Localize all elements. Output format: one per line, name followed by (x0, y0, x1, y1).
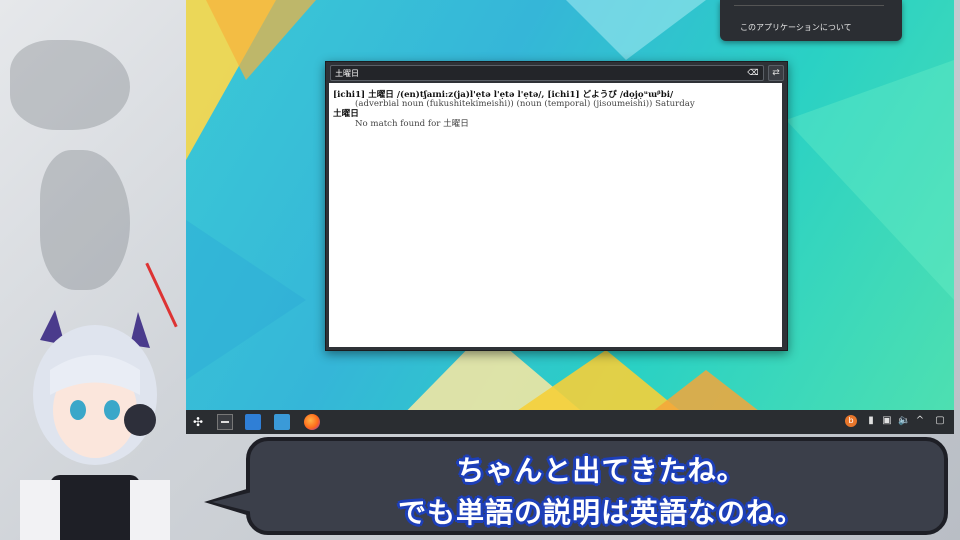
launcher-icon[interactable]: ✣ (190, 414, 206, 430)
folder-icon[interactable] (274, 414, 290, 430)
swap-direction-button[interactable]: ⇄ (768, 65, 784, 81)
clear-icon[interactable]: ⌫ (747, 68, 759, 77)
search-input[interactable] (331, 66, 745, 80)
files-icon[interactable] (245, 414, 261, 430)
show-desktop-icon[interactable]: ▢ (934, 415, 946, 427)
result-no-match: No match found for 土曜日 (355, 119, 469, 129)
context-menu: このアプリケーションについて (720, 0, 902, 41)
menu-item-cutoff[interactable] (734, 0, 884, 6)
subtitle-line-1: ちゃんと出てきたね。 (456, 454, 746, 487)
result-pane: [ichi1] 土曜日 /(en)tʃaɪni:z(ja)l'ẹtə l'ẹtə… (329, 83, 782, 347)
subtitle-bubble: ちゃんと出てきたね。 でも単語の説明は英語なのね。 (246, 437, 948, 535)
subtitle-line-2: でも単語の説明は英語なのね。 (397, 496, 804, 529)
bubble-tail-inner (212, 492, 252, 512)
vtuber-avatar (20, 310, 170, 540)
world-map-shape (40, 150, 130, 290)
menu-item-about[interactable]: このアプリケーションについて (740, 22, 852, 33)
taskbar: ✣ b ▮ ▣ ▭ 🔈 ^ ▢ (186, 410, 954, 434)
terminal-icon[interactable] (217, 414, 233, 430)
firefox-icon[interactable] (304, 414, 320, 430)
world-map-shape (10, 40, 130, 130)
clipboard-icon[interactable]: ▣ (881, 415, 893, 427)
volume-icon[interactable]: 🔈 (898, 415, 910, 427)
update-icon[interactable]: b (845, 415, 857, 427)
usb-icon[interactable]: ▮ (865, 415, 877, 427)
result-entry-definition: (adverbial noun (fukushitekimeishi)) (no… (355, 99, 695, 109)
search-box: ⌫ (330, 65, 764, 81)
dictionary-window: ⌫ ⇄ [ichi1] 土曜日 /(en)tʃaɪni:z(ja)l'ẹtə l… (325, 61, 788, 351)
chevron-up-icon[interactable]: ^ (914, 415, 926, 427)
